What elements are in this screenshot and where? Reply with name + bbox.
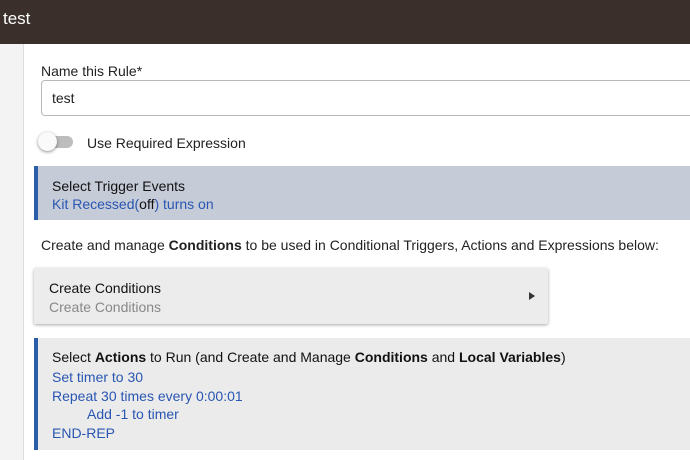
page-title: test (3, 9, 31, 28)
actions-title-bold: Actions (94, 349, 147, 365)
create-conditions-button[interactable]: Create Conditions Create Conditions (34, 268, 548, 324)
actions-title-part: and (427, 349, 459, 365)
trigger-action: ) turns on (154, 196, 214, 212)
create-conditions-subtitle: Create Conditions (49, 299, 162, 315)
action-line[interactable]: Add -1 to timer (87, 405, 179, 423)
actions-title-part: to Run (and Create and Manage (146, 349, 355, 365)
conditions-text-after: to be used in Conditional Triggers, Acti… (241, 237, 659, 253)
rule-name-input[interactable]: test (41, 80, 690, 116)
action-line[interactable]: END-REP (52, 424, 115, 442)
actions-title-part: Select (52, 349, 95, 365)
create-conditions-title: Create Conditions (49, 280, 162, 296)
chevron-right-icon (529, 292, 535, 300)
conditions-text-bold: Conditions (168, 237, 242, 253)
actions-title-bold: Conditions (354, 349, 428, 365)
left-gutter (0, 44, 24, 460)
toggle-knob[interactable] (38, 132, 57, 151)
action-line[interactable]: Repeat 30 times every 0:00:01 (52, 387, 243, 405)
action-line[interactable]: Set timer to 30 (52, 368, 143, 386)
trigger-event-link[interactable]: Kit Recessed(off) turns on (52, 195, 214, 213)
trigger-events-panel[interactable]: Select Trigger Events Kit Recessed(off) … (34, 166, 690, 220)
header-bar: test (0, 0, 690, 44)
actions-title-part: ) (560, 349, 566, 365)
rule-name-label: Name this Rule* (41, 63, 143, 79)
actions-panel[interactable]: Select Actions to Run (and Create and Ma… (34, 338, 690, 450)
trigger-state: off (139, 196, 155, 212)
actions-panel-title: Select Actions to Run (and Create and Ma… (52, 348, 566, 366)
conditions-description: Create and manage Conditions to be used … (41, 236, 659, 254)
conditions-text-before: Create and manage (41, 237, 169, 253)
trigger-panel-title: Select Trigger Events (52, 178, 186, 194)
trigger-device: Kit Recessed( (52, 196, 140, 212)
actions-title-bold: Local Variables (458, 349, 561, 365)
required-expression-label: Use Required Expression (87, 135, 246, 151)
